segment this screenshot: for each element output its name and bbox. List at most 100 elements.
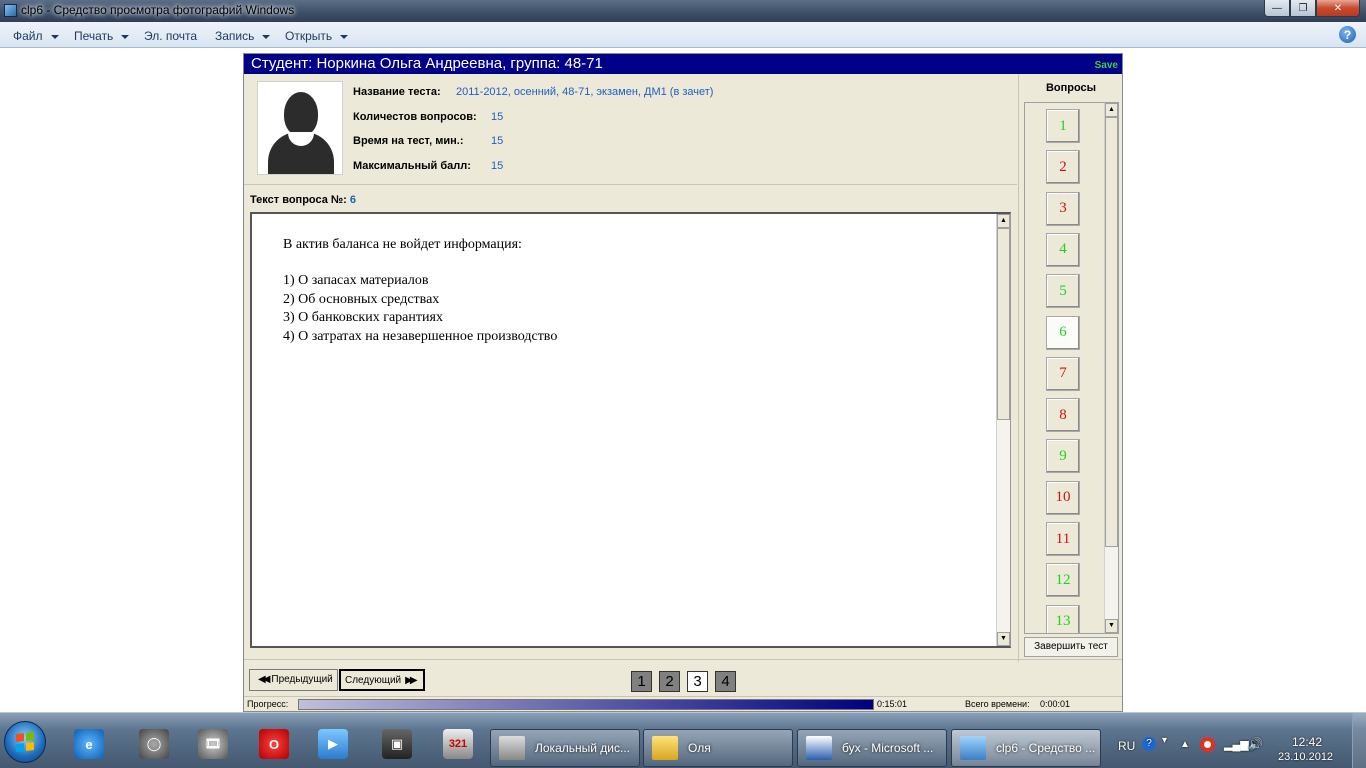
menu-open[interactable]: Открыть [285,29,349,43]
time-row: Время на тест, мин.: 15 [353,135,503,147]
test-name-row: Название теста: 2011-2012, осенний, 48-7… [353,86,713,98]
help-icon[interactable]: ? [1142,737,1156,751]
page-button[interactable]: 4 [715,671,736,692]
progress-label: Прогресс: [247,699,289,709]
chevron-down-icon [121,34,130,39]
question-scrollbar[interactable]: ▲ ▼ [996,214,1010,646]
scroll-up-icon[interactable]: ▲ [997,214,1010,228]
scroll-down-icon[interactable]: ▼ [997,632,1010,646]
task-local-disk[interactable]: Локальный дис... [490,729,640,767]
page-button[interactable]: 2 [659,671,680,692]
question-button[interactable]: 9 [1046,439,1080,474]
scroll-down-icon[interactable]: ▼ [1105,619,1118,633]
opera-icon[interactable]: O [259,729,289,759]
question-content: В актив баланса не войдет информация: 1)… [283,236,557,346]
disc-burner-icon[interactable]: ◯ [139,729,169,759]
student-header-text: Студент: Норкина Ольга Андреевна, группа… [251,55,603,72]
chevron-down-icon [50,34,59,39]
status-bar: Прогресс: 0:15:01 Всего времени: 0:00:01 [244,696,1122,712]
close-button[interactable]: ✕ [1316,0,1360,17]
test-info-panel: Название теста: 2011-2012, осенний, 48-7… [244,74,1017,185]
questions-scrollbar[interactable]: ▲ ▼ [1104,103,1118,633]
prev-button-label: Предыдущий [271,674,333,685]
chevron-down-icon[interactable]: ▾ [1162,735,1167,746]
question-button[interactable]: 2 [1046,150,1080,185]
minimize-icon: — [1272,2,1282,14]
question-gap [283,254,557,272]
question-text-area[interactable]: В актив баланса не войдет информация: 1)… [250,212,1011,648]
student-avatar [257,81,343,175]
chevron-down-icon [262,34,271,39]
media-player-classic-icon[interactable]: 321 [443,729,473,759]
page-button[interactable]: 1 [631,671,652,692]
menu-bar: Файл Печать Эл. почта Запись Открыть [0,22,1366,48]
progress-time: 0:15:01 [877,699,908,709]
next-button[interactable]: Следующий ▶▶ [339,669,425,691]
question-button[interactable]: 12 [1046,563,1080,598]
maximize-button[interactable]: ❐ [1290,0,1316,17]
test-app-window: Студент: Норкина Ольга Андреевна, группа… [243,53,1123,712]
question-text: В актив баланса не войдет информация: [283,237,522,252]
windows-logo-icon [16,732,34,752]
task-word[interactable]: бух - Microsoft ... [797,729,947,767]
question-button[interactable]: 6 [1046,315,1080,350]
menu-file[interactable]: Файл [13,29,59,43]
scroll-thumb[interactable] [1105,117,1118,547]
start-button[interactable] [4,721,46,763]
answer-option: 2) Об основных средствах [283,291,440,307]
test-name-label: Название теста: [353,86,441,98]
total-time-value: 0:00:01 [1040,699,1071,709]
questions-list: ▲ ▼ 1 2 3 4 5 6 7 8 9 10 11 12 13 [1024,102,1119,634]
question-button[interactable]: 1 [1046,109,1080,143]
movie-maker-icon[interactable]: ▣ [382,729,412,759]
clock-time[interactable]: 12:42 [1292,735,1322,749]
menu-file-label: Файл [13,29,43,43]
system-tray: RU ? ▾ ▲ ▂▄▆ 🔊 12:42 23.10.2012 [1106,729,1366,767]
show-hidden-icons-icon[interactable]: ▲ [1180,739,1190,750]
menu-record-label: Запись [215,29,255,43]
question-button[interactable]: 5 [1046,274,1080,309]
minimize-button[interactable]: — [1264,0,1290,17]
student-header: Студент: Норкина Ольга Андреевна, группа… [244,54,1122,74]
question-button[interactable]: 7 [1046,356,1080,391]
time-label: Время на тест, мин.: [353,135,464,147]
question-button[interactable]: 3 [1046,191,1080,226]
question-button[interactable]: 13 [1046,604,1080,633]
prev-button[interactable]: ◀◀ Предыдущий [249,669,338,691]
close-icon: ✕ [1333,2,1343,14]
help-icon[interactable]: ? [1339,26,1356,43]
save-icon[interactable]: Save [1095,56,1118,76]
page-button-active[interactable]: 3 [687,671,708,692]
next-button-label: Следующий [345,675,402,686]
question-button[interactable]: 4 [1046,232,1080,267]
question-button[interactable]: 8 [1046,398,1080,433]
window-title: clp6 - Средство просмотра фотографий Win… [21,3,295,17]
photo-viewer-icon [4,4,17,17]
avatar-head [284,92,318,136]
task-folder-olya[interactable]: Оля [643,729,793,767]
volume-icon[interactable]: 🔊 [1248,737,1263,751]
question-button[interactable]: 10 [1046,480,1080,515]
chevron-down-icon [340,34,349,39]
task-photo-viewer[interactable]: clp6 - Средство ... [951,729,1101,767]
menu-email[interactable]: Эл. почта [144,29,197,43]
answer-option: 1) О запасах материалов [283,273,429,289]
media-center-icon[interactable]: 🎞 [198,729,228,759]
scroll-thumb[interactable] [997,228,1010,420]
questions-sidebar: Вопросы ▲ ▼ 1 2 3 4 5 6 7 8 9 10 11 12 13 Завершить … [1018,74,1123,662]
antivirus-icon[interactable] [1200,737,1215,752]
menu-print[interactable]: Печать [74,29,130,43]
language-indicator[interactable]: RU [1118,739,1135,753]
menu-print-label: Печать [74,29,114,43]
media-player-icon[interactable]: ▶ [318,729,348,759]
internet-explorer-icon[interactable]: e [74,729,104,759]
scroll-up-icon[interactable]: ▲ [1105,103,1118,117]
network-signal-icon[interactable]: ▂▄▆ [1224,738,1249,751]
question-button[interactable]: 11 [1046,522,1080,556]
clock-date[interactable]: 23.10.2012 [1278,751,1333,763]
menu-record[interactable]: Запись [215,29,271,43]
show-desktop-button[interactable] [1352,713,1366,768]
double-arrow-right-icon: ▶▶ [405,675,418,686]
finish-test-button[interactable]: Завершить тест [1024,637,1118,657]
questions-count-label: Количестов вопросов: [353,111,477,123]
